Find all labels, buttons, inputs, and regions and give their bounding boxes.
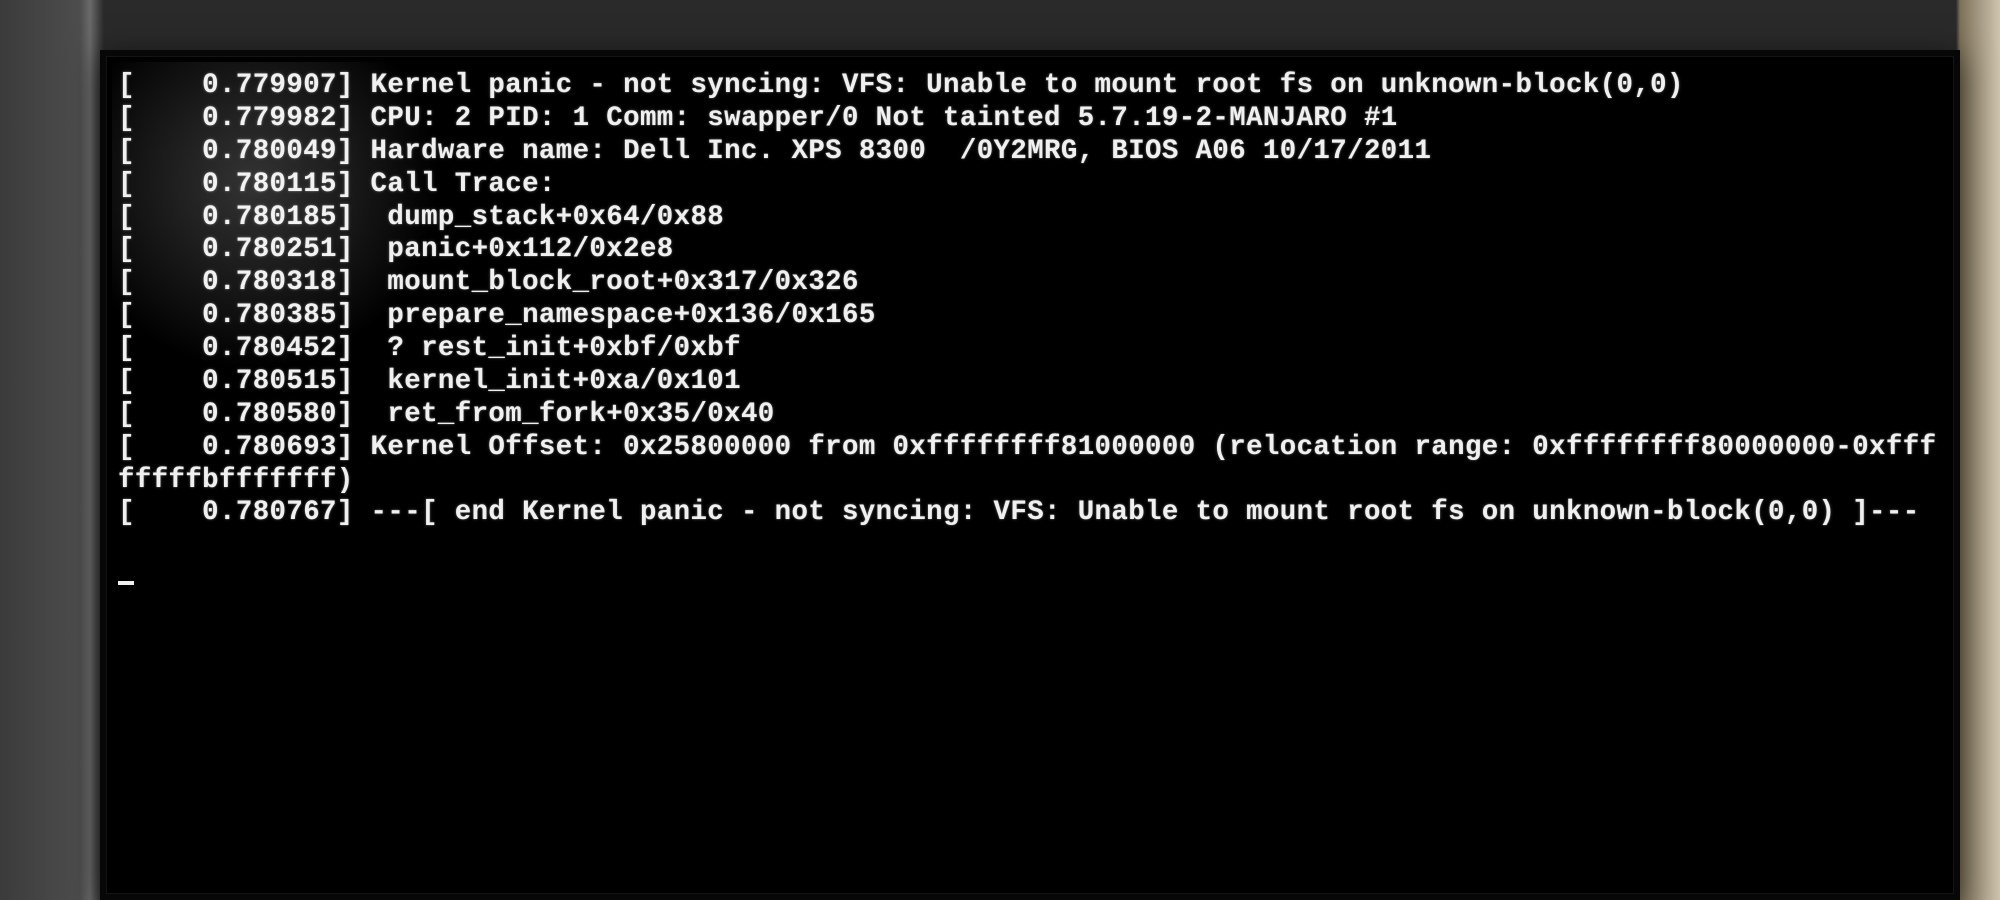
photo-scene: [ 0.779907] Kernel panic - not syncing: … xyxy=(0,0,2000,900)
monitor-screen: [ 0.779907] Kernel panic - not syncing: … xyxy=(112,62,1948,888)
console-line: [ 0.780580] ret_from_fork+0x35/0x40 xyxy=(118,399,1938,432)
console-line: [ 0.780115] Call Trace: xyxy=(118,169,1938,202)
console-line: [ 0.779982] CPU: 2 PID: 1 Comm: swapper/… xyxy=(118,103,1938,136)
console-line: [ 0.780049] Hardware name: Dell Inc. XPS… xyxy=(118,136,1938,169)
console-line: [ 0.780452] ? rest_init+0xbf/0xbf xyxy=(118,333,1938,366)
console-line: [ 0.780385] prepare_namespace+0x136/0x16… xyxy=(118,300,1938,333)
console-line: [ 0.780318] mount_block_root+0x317/0x326 xyxy=(118,267,1938,300)
console-line: [ 0.780693] Kernel Offset: 0x25800000 fr… xyxy=(118,432,1938,498)
console-line: [ 0.780251] panic+0x112/0x2e8 xyxy=(118,234,1938,267)
console-line: [ 0.779907] Kernel panic - not syncing: … xyxy=(118,70,1938,103)
console-line: [ 0.780767] ---[ end Kernel panic - not … xyxy=(118,497,1938,530)
kernel-panic-console: [ 0.779907] Kernel panic - not syncing: … xyxy=(112,62,1948,888)
cursor xyxy=(118,581,134,585)
monitor-bezel: [ 0.779907] Kernel panic - not syncing: … xyxy=(100,50,1960,900)
console-line: [ 0.780515] kernel_init+0xa/0x101 xyxy=(118,366,1938,399)
console-line: [ 0.780185] dump_stack+0x64/0x88 xyxy=(118,202,1938,235)
